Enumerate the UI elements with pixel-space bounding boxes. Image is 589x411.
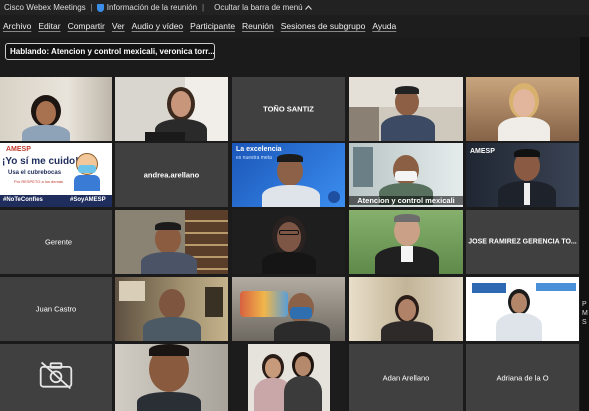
video-tile-participant-2[interactable] (115, 77, 228, 141)
title-separator: | (90, 3, 93, 12)
camera-off-icon (39, 361, 73, 390)
participant-name: Adan Arellano (382, 373, 430, 382)
video-tile-participant-window[interactable] (349, 277, 463, 341)
banner-line-2: es nuestra meta (236, 155, 272, 161)
menu-reunion[interactable]: Reunión (242, 21, 274, 31)
meeting-info-label: Información de la reunión (106, 3, 198, 12)
video-tile-participant-office[interactable] (115, 277, 228, 341)
menu-bar: Archivo Editar Compartir Ver Audio y víd… (0, 15, 589, 37)
menu-ver[interactable]: Ver (112, 21, 125, 31)
hashtag-2: #SoyAMESP (70, 197, 106, 203)
video-tile-andrea-arellano[interactable]: andrea.arellano (115, 143, 228, 207)
meeting-info-button[interactable]: Información de la reunión (96, 3, 198, 12)
video-tile-tono-santiz[interactable]: TOÑO SANTIZ (232, 77, 345, 141)
video-tile-participant-closeup[interactable] (115, 344, 228, 411)
banner-line-1: La excelencia (236, 146, 282, 153)
participant-name: andrea.arellano (143, 170, 200, 180)
participant-name: JOSE RAMIREZ GERENCIA TO... (468, 238, 577, 246)
video-tile-participant-5[interactable] (466, 77, 579, 141)
menu-ayuda[interactable]: Ayuda (372, 21, 396, 31)
menu-audio-video[interactable]: Audio y vídeo (132, 21, 184, 31)
poster-headline: ¡Yo sí me cuido! (2, 156, 79, 167)
participant-name: Gerente (45, 237, 73, 247)
cartoon-character (70, 153, 104, 191)
menu-compartir[interactable]: Compartir (68, 21, 105, 31)
hide-menu-label: Ocultar la barra de menú (214, 3, 303, 12)
video-tile-jose-ramirez[interactable]: JOSE RAMIREZ GERENCIA TO... (466, 210, 579, 274)
participant-name: TOÑO SANTIZ (263, 104, 314, 114)
active-speaker-banner: Hablando: Atencion y control mexicali, v… (5, 43, 215, 60)
hashtag-1: #NoTeConfíes (3, 197, 43, 203)
video-tile-participant-1[interactable] (0, 77, 112, 141)
menu-participante[interactable]: Participante (190, 21, 235, 31)
video-tile-adan-arellano[interactable]: Adan Arellano (349, 344, 463, 411)
title-separator-2: | (202, 3, 205, 12)
video-tile-participant-4[interactable] (349, 77, 463, 141)
participant-name: Atencion y control mexicali (349, 196, 463, 205)
title-bar: Cisco Webex Meetings | Información de la… (0, 0, 589, 15)
menu-editar[interactable]: Editar (38, 21, 60, 31)
menu-archivo[interactable]: Archivo (3, 21, 31, 31)
participant-name: Juan Castro (35, 304, 77, 314)
app-title: Cisco Webex Meetings (4, 3, 86, 12)
shield-icon (96, 3, 104, 12)
video-tile-participant-presentation[interactable] (466, 277, 579, 341)
video-tile-excelencia[interactable]: La excelencia es nuestra meta (232, 143, 345, 207)
video-tile-participant-mask[interactable] (232, 277, 345, 341)
poster-amesp-cubrebocas[interactable]: AMESP ¡Yo sí me cuido! Usa el cubrebocas… (0, 143, 112, 207)
panel-edge-text: P M S (582, 301, 588, 326)
video-tile-participant-amesp[interactable]: AMESP (466, 143, 579, 207)
video-tile-participant-bookshelf[interactable] (115, 210, 228, 274)
video-tile-juan-castro[interactable]: Juan Castro (0, 277, 112, 341)
participant-body (22, 125, 70, 141)
video-tile-participant-dark[interactable] (232, 210, 345, 274)
amesp-logo-small: AMESP (470, 148, 495, 155)
participants-panel-edge[interactable] (580, 37, 589, 411)
amesp-logo-text: AMESP (6, 146, 31, 153)
menu-subgrupos[interactable]: Sesiones de subgrupo (281, 21, 366, 31)
participant-name: Adriana de la O (496, 373, 549, 382)
video-tile-participant-green[interactable] (349, 210, 463, 274)
video-tile-camera-off[interactable] (0, 344, 112, 411)
hide-menu-button[interactable]: Ocultar la barra de menú (214, 3, 312, 12)
chevron-up-icon (304, 5, 312, 10)
video-tile-participant-duo[interactable] (232, 344, 345, 411)
video-tile-atencion-control[interactable]: Atencion y control mexicali (349, 143, 463, 207)
video-tile-gerente[interactable]: Gerente (0, 210, 112, 274)
poster-subline: Usa el cubrebocas (8, 170, 62, 176)
video-tile-adriana-de-la-o[interactable]: Adriana de la O (466, 344, 579, 411)
poster-note: Por RESPETO a los demás (14, 179, 64, 184)
